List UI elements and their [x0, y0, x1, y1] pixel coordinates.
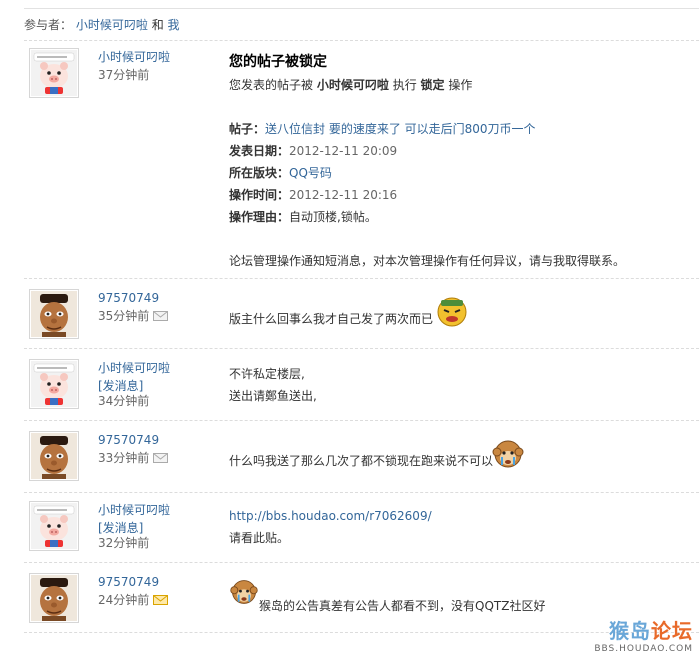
message-body: 您的帖子被锁定 您发表的帖子被 小时候可叼啦 执行 锁定 操作 帖子：送八位信封… [229, 52, 691, 272]
envelope-icon[interactable] [153, 311, 168, 321]
post-title-link[interactable]: 送八位信封 要的速度来了 可以走后门800刀币一个 [265, 122, 536, 136]
message-body: 版主什么回事么我才自己发了两次而已 [229, 293, 691, 345]
post-row: 帖子：送八位信封 要的速度来了 可以走后门800刀币一个 [229, 118, 691, 140]
participants-bar: 参与者： 小时候可叼啦 和 我 [24, 16, 180, 34]
board-link[interactable]: QQ号码 [289, 166, 332, 180]
message-text-line2: 送出请鄭鱼送出, [229, 389, 317, 403]
new-mail-envelope-icon[interactable] [153, 595, 168, 605]
crying-monkey-emoticon-icon [230, 580, 258, 604]
message-body: 不许私定楼层, 送出请鄭鱼送出, [229, 363, 691, 407]
message-body: 什么吗我送了那么几次了都不锁现在跑来说不可以 [229, 435, 691, 487]
pig-avatar-icon [31, 503, 77, 549]
pig-avatar-icon [31, 50, 77, 96]
avatar[interactable] [29, 501, 79, 551]
message-time: 35分钟前 [98, 307, 168, 325]
avatar[interactable] [29, 359, 79, 409]
message-text: 不许私定楼层, [229, 367, 305, 381]
author-link[interactable]: 97570749 [98, 573, 159, 591]
intro-prefix: 您发表的帖子被 [229, 78, 314, 92]
avatar[interactable] [29, 431, 79, 481]
intro-user: 小时候可叼啦 [316, 78, 389, 92]
participants-and: 和 [151, 18, 164, 32]
optime-value: 2012-12-11 20:16 [289, 188, 398, 202]
author-link[interactable]: 97570749 [98, 289, 159, 307]
message-time-text: 35分钟前 [98, 309, 150, 323]
avatar[interactable] [29, 289, 79, 339]
pig-avatar-icon [31, 361, 77, 407]
participant-link-user2[interactable]: 我 [168, 18, 180, 32]
cartoon-face-avatar-icon [31, 575, 77, 621]
author-link[interactable]: 小时候可叼啦 [98, 48, 170, 66]
watermark-url: BBS.HOUDAO.COM [594, 644, 693, 654]
divider [24, 40, 699, 41]
author-link[interactable]: 小时候可叼啦 [98, 359, 170, 377]
date-label: 发表日期： [229, 144, 290, 158]
optime-label: 操作时间： [229, 188, 290, 202]
message-text-line2: 请看此贴。 [229, 531, 290, 545]
author-link[interactable]: 97570749 [98, 431, 159, 449]
message-text: 什么吗我送了那么几次了都不锁现在跑来说不可以 [229, 454, 494, 468]
participant-link-user1[interactable]: 小时候可叼啦 [76, 18, 148, 32]
divider [24, 420, 699, 421]
intro-action: 锁定 [420, 78, 445, 92]
post-label: 帖子： [229, 122, 266, 136]
reason-value: 自动顶楼,锁帖。 [289, 210, 377, 224]
divider [24, 562, 699, 563]
board-row: 所在版块：QQ号码 [229, 162, 691, 184]
watermark-logo: 猴岛论坛 [594, 615, 693, 644]
divider [24, 278, 699, 279]
message-time: 24分钟前 [98, 591, 168, 609]
reason-label: 操作理由： [229, 210, 290, 224]
divider [24, 492, 699, 493]
crying-monkey-emoticon-icon [492, 440, 524, 468]
intro-middle: 执行 [392, 78, 417, 92]
date-value: 2012-12-11 20:09 [289, 144, 398, 158]
message-title: 您的帖子被锁定 [229, 54, 327, 70]
avatar[interactable] [29, 48, 79, 98]
author-link[interactable]: 小时候可叼啦 [98, 501, 170, 519]
lock-footer: 论坛管理操作通知短消息，对本次管理操作有任何异议，请与我取得联系。 [229, 254, 626, 268]
board-label: 所在版块： [229, 166, 290, 180]
cartoon-face-avatar-icon [31, 433, 77, 479]
participants-label: 参与者： [24, 18, 73, 32]
angry-emoticon-icon [437, 297, 467, 327]
envelope-icon[interactable] [153, 453, 168, 463]
message-time: 34分钟前 [98, 394, 150, 408]
message-text: 猴岛的公告真差有公告人都看不到，没有QQTZ社区好 [259, 599, 546, 613]
intro-suffix: 操作 [448, 78, 473, 92]
lock-intro: 您发表的帖子被 小时候可叼啦 执行 锁定 操作 [229, 74, 691, 96]
watermark-main-a: 猴岛 [609, 619, 651, 643]
message-time: 37分钟前 [98, 68, 150, 82]
message-time: 32分钟前 [98, 536, 150, 550]
divider [24, 348, 699, 349]
thread-url-link[interactable]: http://bbs.houdao.com/r7062609/ [229, 505, 691, 527]
message-text: 版主什么回事么我才自己发了两次而已 [229, 312, 434, 326]
date-row: 发表日期：2012-12-11 20:09 [229, 140, 691, 162]
author-block: 小时候可叼啦 [发消息] [98, 359, 170, 395]
message-time-text: 24分钟前 [98, 593, 150, 607]
site-watermark: 猴岛论坛 BBS.HOUDAO.COM [594, 615, 693, 654]
message-time: 33分钟前 [98, 449, 168, 467]
optime-row: 操作时间：2012-12-11 20:16 [229, 184, 691, 206]
watermark-main-b: 论坛 [651, 619, 693, 643]
message-time-text: 33分钟前 [98, 451, 150, 465]
cartoon-face-avatar-icon [31, 291, 77, 337]
reason-row: 操作理由：自动顶楼,锁帖。 [229, 206, 691, 228]
author-block: 小时候可叼啦 [发消息] [98, 501, 170, 537]
avatar[interactable] [29, 573, 79, 623]
message-body: http://bbs.houdao.com/r7062609/ 请看此贴。 [229, 505, 691, 549]
top-divider [24, 8, 699, 9]
